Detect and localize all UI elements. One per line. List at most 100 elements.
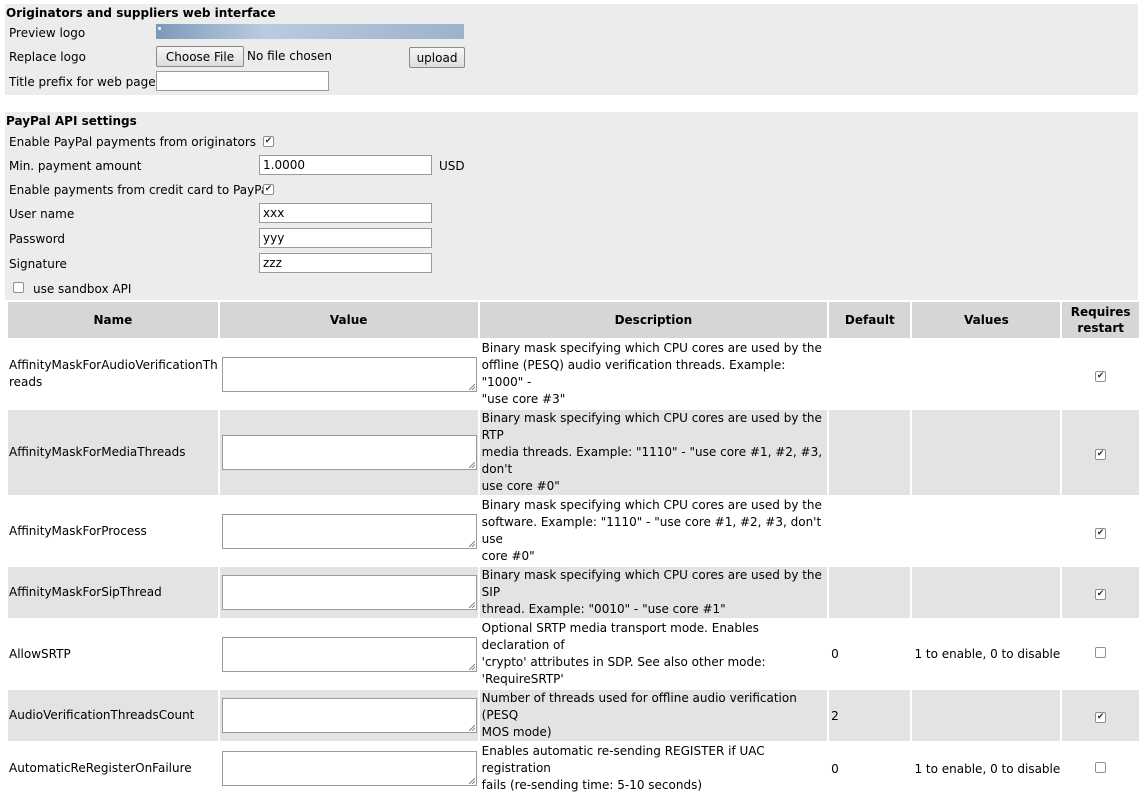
setting-values (912, 565, 1063, 618)
enable-paypal-label: Enable PayPal payments from originators (9, 135, 257, 149)
setting-value-cell (219, 741, 480, 794)
enable-cc-checkbox[interactable]: ✔ (263, 184, 274, 195)
setting-values (912, 338, 1063, 408)
replace-logo-label: Replace logo (9, 50, 86, 64)
setting-description: Binary mask specifying which CPU cores a… (479, 408, 830, 495)
requires-restart-cell: ✔ (1062, 565, 1139, 618)
setting-value-textarea[interactable] (221, 698, 477, 733)
col-header-description: Description (479, 302, 830, 338)
setting-default: 0 (829, 618, 913, 688)
setting-default (829, 408, 913, 495)
setting-value-cell (219, 688, 480, 741)
setting-value-textarea[interactable] (221, 356, 477, 392)
setting-default (829, 338, 913, 408)
col-header-requires-restart: Requires restart (1062, 302, 1139, 338)
username-input[interactable]: xxx (259, 203, 432, 223)
restart-header-line2: restart (1077, 321, 1124, 335)
table-row: AffinityMaskForSipThread Binary mask spe… (8, 565, 1139, 618)
setting-description: Binary mask specifying which CPU cores a… (479, 565, 830, 618)
requires-restart-checkbox[interactable]: ✔ (1095, 589, 1107, 600)
setting-value-cell (219, 338, 480, 408)
requires-restart-checkbox[interactable]: ✔ (1095, 712, 1107, 723)
title-prefix-label: Title prefix for web pages (9, 75, 162, 89)
requires-restart-checkbox[interactable] (1095, 647, 1107, 658)
requires-restart-checkbox[interactable]: ✔ (1095, 527, 1107, 539)
signature-input[interactable]: zzz (259, 253, 432, 273)
upload-button[interactable]: upload (409, 47, 465, 68)
setting-name: AffinityMaskForSipThread (8, 565, 220, 618)
setting-default: 0 (829, 741, 913, 794)
requires-restart-checkbox[interactable]: ✔ (1095, 370, 1107, 382)
col-header-value: Value (219, 302, 480, 338)
requires-restart-cell: ✔ (1062, 688, 1139, 741)
setting-values: 1 to enable, 0 to disable (912, 618, 1063, 688)
password-label: Password (9, 232, 66, 246)
min-payment-label: Min. payment amount (9, 159, 142, 173)
setting-value-cell (219, 565, 480, 618)
logo-preview-image (156, 24, 464, 39)
enable-paypal-checkbox[interactable]: ✔ (263, 136, 274, 147)
requires-restart-cell: ✔ (1062, 338, 1139, 408)
setting-description: Binary mask specifying which CPU cores a… (479, 495, 830, 565)
requires-restart-cell (1062, 618, 1139, 688)
sandbox-checkbox[interactable] (13, 282, 24, 293)
min-payment-input[interactable]: 1.0000 (259, 155, 432, 175)
signature-label: Signature (9, 257, 67, 271)
col-header-values: Values (912, 302, 1063, 338)
title-prefix-input[interactable] (156, 71, 329, 91)
setting-description: Binary mask specifying which CPU cores a… (479, 338, 830, 408)
col-header-name: Name (8, 302, 220, 338)
username-label: User name (9, 207, 75, 221)
table-header-row: Name Value Description Default Values Re… (8, 302, 1139, 338)
table-row: AffinityMaskForAudioVerificationTh reads… (8, 338, 1139, 408)
web-interface-title: Originators and suppliers web interface (6, 6, 276, 20)
setting-values (912, 688, 1063, 741)
setting-value-cell (219, 495, 480, 565)
requires-restart-cell: ✔ (1062, 495, 1139, 565)
requires-restart-cell (1062, 741, 1139, 794)
no-file-chosen-text: No file chosen (247, 49, 333, 63)
password-input[interactable]: yyy (259, 228, 432, 248)
setting-name: AllowSRTP (8, 618, 220, 688)
table-row: AutomaticReRegisterOnFailure Enables aut… (8, 741, 1139, 794)
setting-values: 1 to enable, 0 to disable (912, 741, 1063, 794)
preview-logo-label: Preview logo (9, 26, 86, 40)
settings-table: Name Value Description Default Values Re… (8, 302, 1139, 794)
setting-value-cell (219, 408, 480, 495)
setting-value-cell (219, 618, 480, 688)
setting-name: AffinityMaskForMediaThreads (8, 408, 220, 495)
table-row: AudioVerificationThreadsCount Number of … (8, 688, 1139, 741)
table-row: AffinityMaskForMediaThreads Binary mask … (8, 408, 1139, 495)
requires-restart-checkbox[interactable]: ✔ (1095, 449, 1107, 460)
table-row: AffinityMaskForProcess Binary mask speci… (8, 495, 1139, 565)
setting-value-textarea[interactable] (221, 575, 477, 610)
paypal-title: PayPal API settings (6, 114, 137, 128)
requires-restart-cell: ✔ (1062, 408, 1139, 495)
web-interface-panel: Originators and suppliers web interface … (5, 4, 1138, 95)
setting-name: AutomaticReRegisterOnFailure (8, 741, 220, 794)
setting-description: Optional SRTP media transport mode. Enab… (479, 618, 830, 688)
restart-header-line1: Requires (1070, 305, 1131, 319)
setting-default (829, 565, 913, 618)
setting-description: Number of threads used for offline audio… (479, 688, 830, 741)
enable-cc-label: Enable payments from credit card to PayP… (9, 183, 272, 197)
col-header-default: Default (829, 302, 913, 338)
setting-values (912, 495, 1063, 565)
setting-values (912, 408, 1063, 495)
table-row: AllowSRTP Optional SRTP media transport … (8, 618, 1139, 688)
setting-name: AffinityMaskForAudioVerificationTh reads (8, 338, 220, 408)
setting-value-textarea[interactable] (221, 751, 477, 786)
currency-label: USD (439, 159, 465, 173)
paypal-panel: PayPal API settings Enable PayPal paymen… (5, 112, 1138, 300)
setting-default: 2 (829, 688, 913, 741)
setting-name: AffinityMaskForProcess (8, 495, 220, 565)
setting-name: AudioVerificationThreadsCount (8, 688, 220, 741)
choose-file-button[interactable]: Choose File (156, 46, 244, 67)
setting-description: Enables automatic re-sending REGISTER if… (479, 741, 830, 794)
sandbox-label: use sandbox API (33, 282, 132, 296)
setting-value-textarea[interactable] (221, 513, 477, 549)
setting-value-textarea[interactable] (221, 636, 477, 672)
setting-default (829, 495, 913, 565)
setting-value-textarea[interactable] (221, 435, 477, 470)
requires-restart-checkbox[interactable] (1095, 761, 1107, 773)
